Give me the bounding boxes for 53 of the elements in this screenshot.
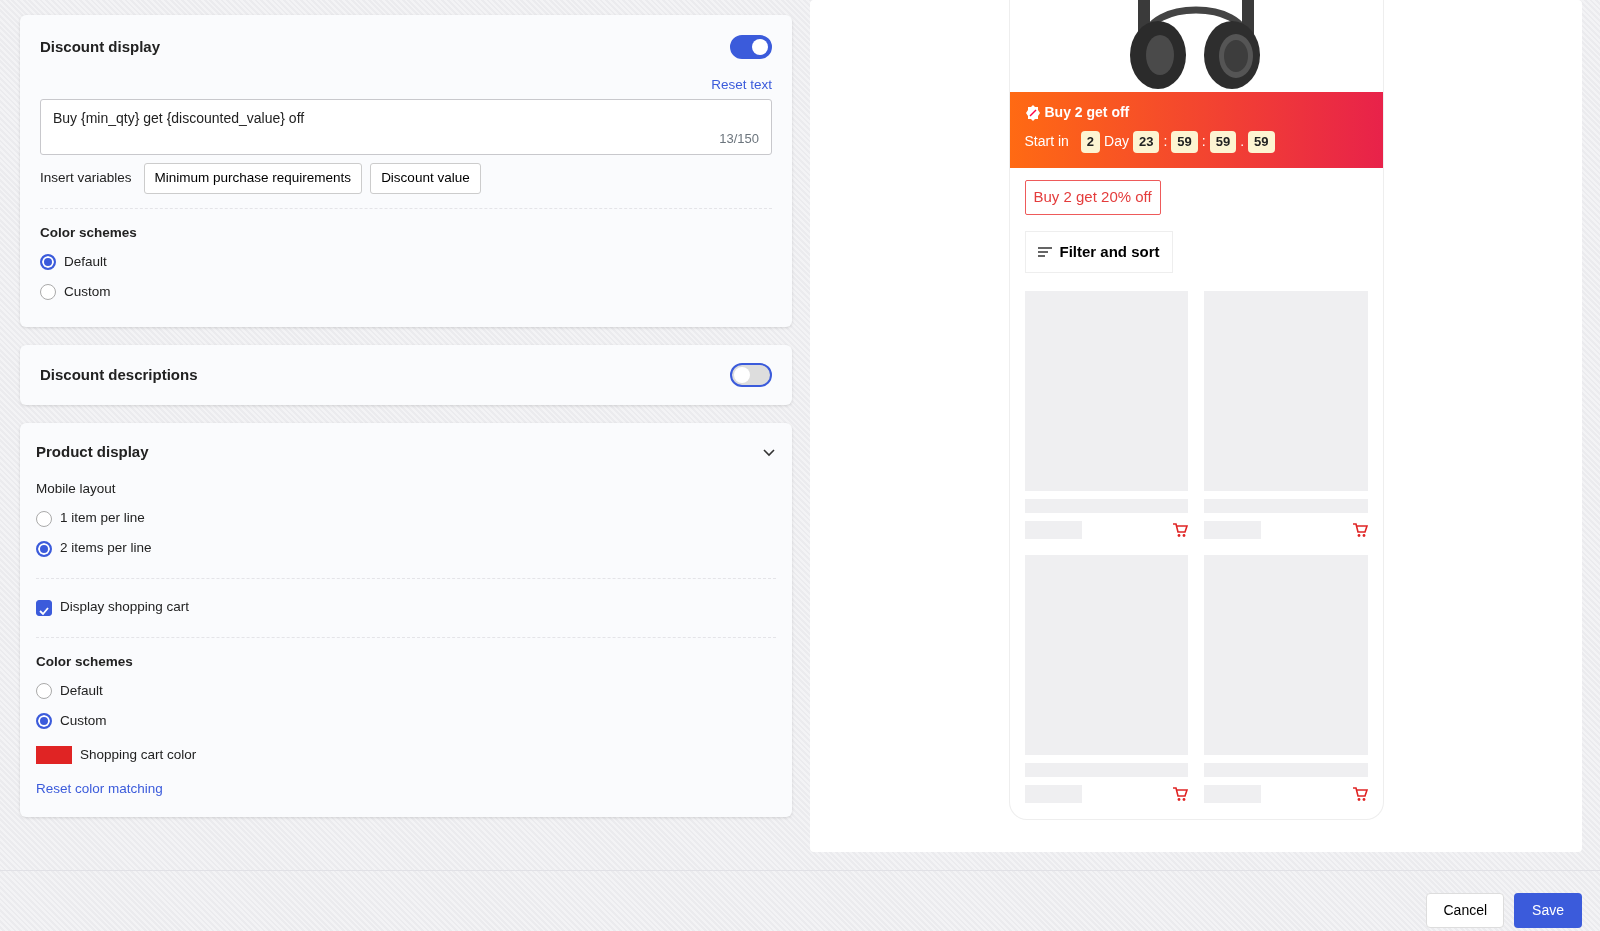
countdown-box: 59	[1248, 131, 1275, 153]
section-title: Product display	[36, 441, 149, 462]
filter-icon	[1037, 245, 1052, 258]
countdown-box: 2	[1080, 131, 1101, 153]
reset-text-link[interactable]: Reset text	[711, 75, 772, 96]
option-label: 2 items per line	[60, 539, 152, 558]
text-field[interactable]: Buy {min_qty} get {discounted_value} off 13/150	[40, 99, 772, 156]
discount-badge-icon	[1024, 104, 1041, 121]
option-label: Default	[60, 681, 103, 700]
countdown-separator: :	[1163, 132, 1168, 152]
radio-button[interactable]	[40, 283, 56, 300]
option-label: Display shopping cart	[60, 598, 190, 617]
insert-label: Insert variables	[40, 169, 132, 188]
section-title: Discount descriptions	[40, 364, 198, 385]
cart-icon[interactable]	[1351, 522, 1368, 538]
section-label: Mobile layout	[36, 480, 117, 499]
option-label: Custom	[60, 711, 107, 730]
option-label: Custom	[64, 282, 111, 301]
option-label: Default	[64, 252, 107, 271]
section-label: Color schemes	[36, 652, 134, 671]
option-label: Shopping cart color	[80, 745, 197, 764]
banner-title: Buy 2 get off	[1044, 103, 1130, 122]
checkbox[interactable]	[36, 599, 52, 616]
cart-icon[interactable]	[1351, 786, 1368, 802]
section-title: Discount display	[40, 36, 161, 57]
countdown-separator: :	[1201, 132, 1206, 152]
countdown-label: Start in	[1024, 132, 1069, 152]
field-value: Buy {min_qty} get {discounted_value} off	[53, 109, 306, 129]
color-swatch[interactable]	[36, 745, 72, 764]
radio-button[interactable]	[36, 682, 52, 699]
reset-color-link[interactable]: Reset color matching	[36, 780, 163, 796]
countdown-box: 59	[1171, 131, 1198, 153]
variable-button[interactable]: Minimum purchase requirements	[143, 163, 363, 194]
toggle-switch[interactable]	[730, 362, 772, 387]
option-label: 1 item per line	[60, 509, 145, 528]
radio-button[interactable]	[40, 253, 56, 270]
radio-button[interactable]	[36, 712, 52, 729]
cancel-button[interactable]: Cancel	[1426, 893, 1505, 928]
character-counter: 13/150	[718, 130, 759, 149]
discount-tag: Buy 2 get 20% off	[1024, 180, 1161, 215]
countdown-separator: .	[1240, 132, 1245, 152]
cart-icon[interactable]	[1172, 522, 1188, 538]
radio-button[interactable]	[36, 540, 52, 557]
variable-button[interactable]: Discount value	[370, 163, 481, 194]
save-button[interactable]: Save	[1514, 893, 1582, 928]
section-label: Color schemes	[40, 223, 138, 242]
cart-icon[interactable]	[1172, 786, 1188, 802]
countdown-unit: Day	[1104, 132, 1129, 152]
filter-button[interactable]: Filter and sort	[1024, 230, 1173, 273]
countdown-box: 23	[1133, 131, 1160, 153]
radio-button[interactable]	[36, 510, 52, 527]
countdown-box: 59	[1209, 131, 1237, 153]
toggle-switch[interactable]	[730, 35, 772, 59]
